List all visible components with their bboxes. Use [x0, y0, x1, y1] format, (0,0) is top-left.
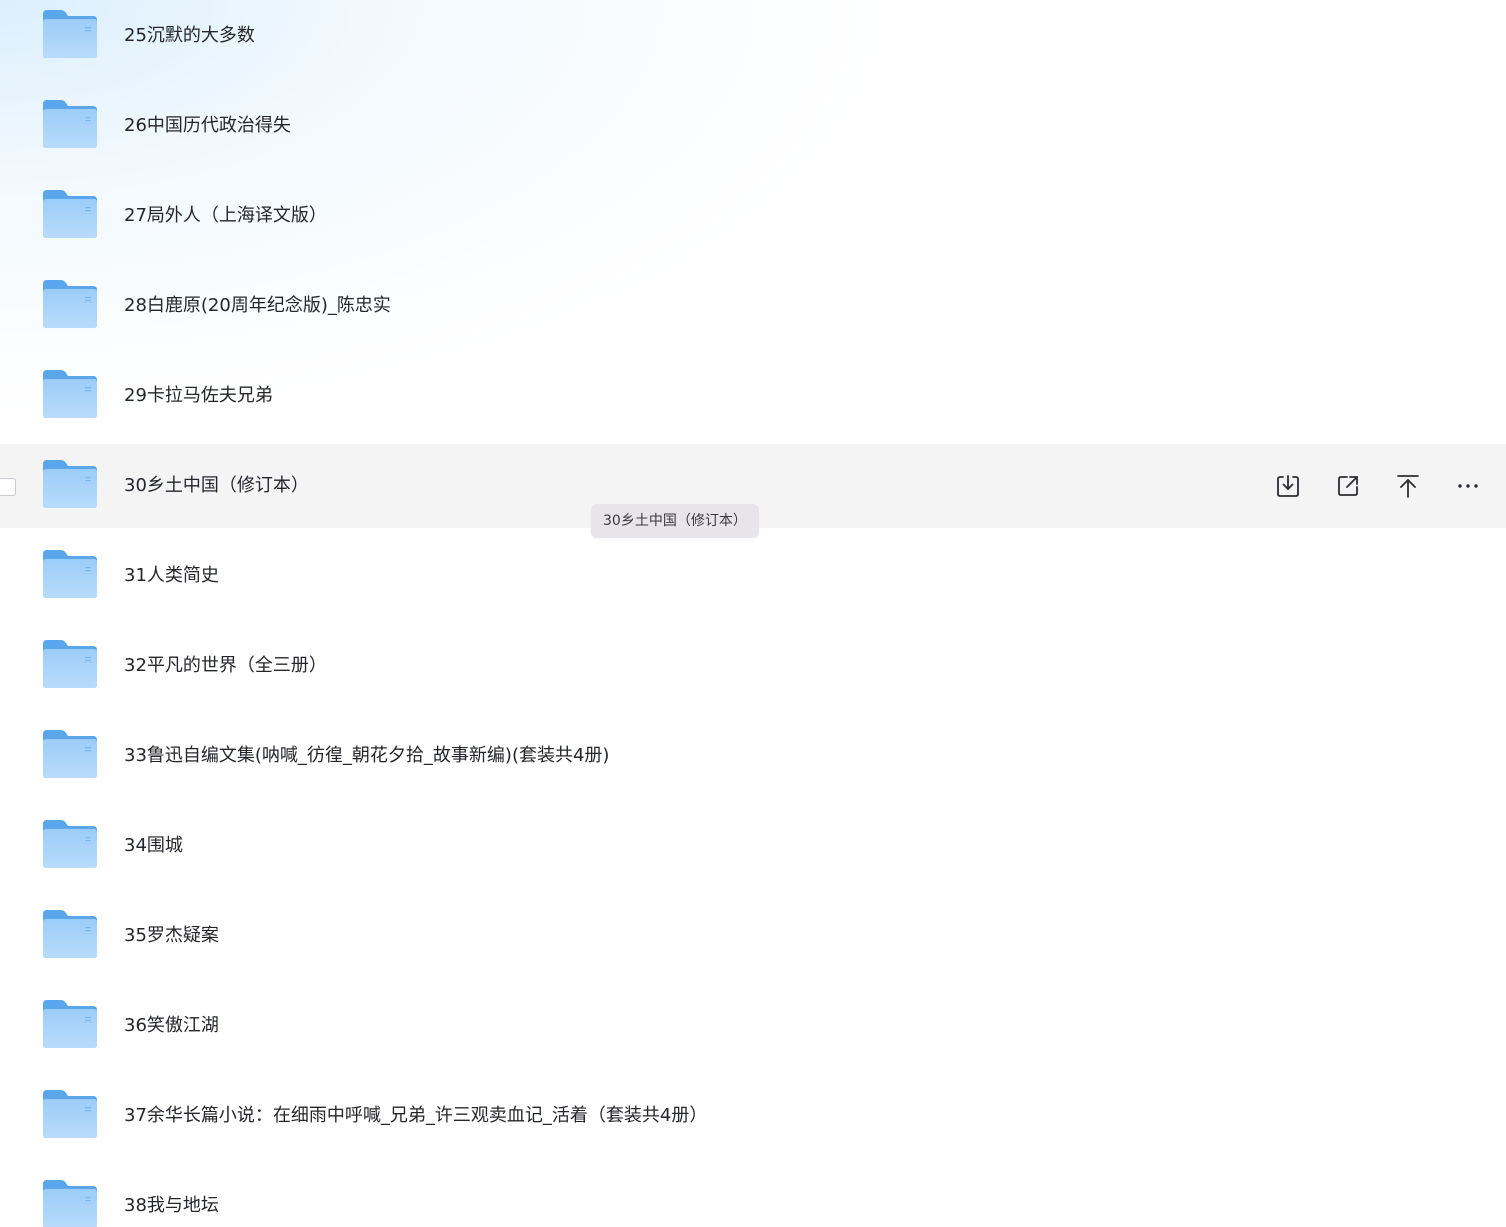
file-row[interactable]: 25沉默的大多数	[0, 0, 1506, 78]
file-name[interactable]: 30乡土中国（修订本）	[124, 474, 309, 498]
download-icon	[1275, 473, 1301, 499]
file-name[interactable]: 34围城	[124, 834, 183, 858]
row-actions	[1244, 470, 1484, 502]
file-name[interactable]: 27局外人（上海译文版）	[124, 204, 327, 228]
file-name[interactable]: 36笑傲江湖	[124, 1014, 219, 1038]
folder-icon[interactable]	[42, 1178, 98, 1227]
file-name[interactable]: 29卡拉马佐夫兄弟	[124, 384, 273, 408]
file-name[interactable]: 33鲁迅自编文集(呐喊_彷徨_朝花夕拾_故事新编)(套装共4册)	[124, 744, 609, 768]
pin-top-icon	[1395, 473, 1421, 499]
share-icon	[1335, 473, 1361, 499]
folder-icon[interactable]	[42, 818, 98, 870]
more-icon	[1455, 473, 1481, 499]
file-name[interactable]: 28白鹿原(20周年纪念版)_陈忠实	[124, 294, 391, 318]
row-checkbox[interactable]	[0, 478, 16, 496]
file-row[interactable]: 33鲁迅自编文集(呐喊_彷徨_朝花夕拾_故事新编)(套装共4册)	[0, 714, 1506, 798]
file-name[interactable]: 31人类简史	[124, 564, 219, 588]
file-row[interactable]: 31人类简史	[0, 534, 1506, 618]
file-row[interactable]: 32平凡的世界（全三册）	[0, 624, 1506, 708]
file-row[interactable]: 29卡拉马佐夫兄弟	[0, 354, 1506, 438]
file-name[interactable]: 37余华长篇小说：在细雨中呼喊_兄弟_许三观卖血记_活着（套装共4册）	[124, 1104, 707, 1128]
folder-icon[interactable]	[42, 8, 98, 60]
file-row[interactable]: 28白鹿原(20周年纪念版)_陈忠实	[0, 264, 1506, 348]
file-name[interactable]: 26中国历代政治得失	[124, 114, 291, 138]
folder-icon[interactable]	[42, 458, 98, 510]
file-name[interactable]: 38我与地坛	[124, 1194, 219, 1218]
folder-icon[interactable]	[42, 548, 98, 600]
folder-icon[interactable]	[42, 1088, 98, 1140]
folder-icon[interactable]	[42, 638, 98, 690]
folder-icon[interactable]	[42, 368, 98, 420]
file-list: 25沉默的大多数 26中国历代政治得失 27局外人（上海译文版） 28白鹿原(2…	[0, 0, 1506, 1227]
more-button[interactable]	[1452, 470, 1484, 502]
folder-icon[interactable]	[42, 278, 98, 330]
filename-tooltip: 30乡土中国（修订本）	[591, 504, 759, 538]
share-button[interactable]	[1332, 470, 1364, 502]
file-name[interactable]: 35罗杰疑案	[124, 924, 219, 948]
folder-icon[interactable]	[42, 908, 98, 960]
file-row[interactable]: 34围城	[0, 804, 1506, 888]
file-row[interactable]: 35罗杰疑案	[0, 894, 1506, 978]
file-name[interactable]: 32平凡的世界（全三册）	[124, 654, 327, 678]
folder-icon[interactable]	[42, 98, 98, 150]
file-row[interactable]: 38我与地坛	[0, 1164, 1506, 1227]
file-row[interactable]: 27局外人（上海译文版）	[0, 174, 1506, 258]
file-row[interactable]: 37余华长篇小说：在细雨中呼喊_兄弟_许三观卖血记_活着（套装共4册）	[0, 1074, 1506, 1158]
pin-top-button[interactable]	[1392, 470, 1424, 502]
folder-icon[interactable]	[42, 998, 98, 1050]
folder-icon[interactable]	[42, 188, 98, 240]
folder-icon[interactable]	[42, 728, 98, 780]
file-row[interactable]: 26中国历代政治得失	[0, 84, 1506, 168]
file-row[interactable]: 36笑傲江湖	[0, 984, 1506, 1068]
file-name[interactable]: 25沉默的大多数	[124, 24, 255, 48]
download-button[interactable]	[1272, 470, 1304, 502]
